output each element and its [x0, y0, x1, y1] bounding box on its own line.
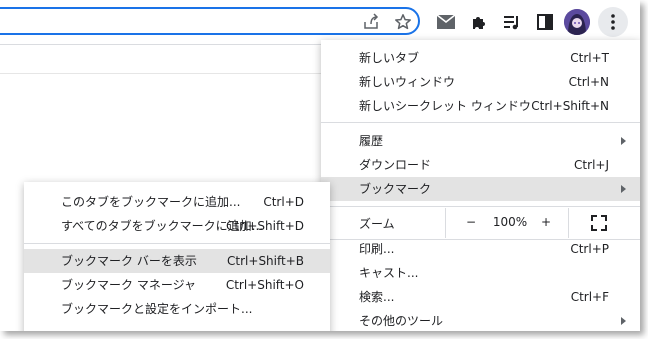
menu-item-new-tab[interactable]: 新しいタブ Ctrl+T	[321, 46, 640, 70]
chrome-main-menu: 新しいタブ Ctrl+T 新しいウィンドウ Ctrl+N 新しいシークレット ウ…	[321, 40, 640, 331]
star-icon[interactable]	[388, 7, 418, 37]
submenu-arrow-icon	[621, 185, 626, 193]
menu-item-find[interactable]: 検索... Ctrl+F	[321, 285, 640, 309]
menu-item-bookmark-all-tabs[interactable]: すべてのタブをブックマークに追加... Ctrl+Shift+D	[24, 214, 330, 238]
menu-item-shortcut: Ctrl+Shift+D	[226, 219, 304, 233]
submenu-arrow-icon	[621, 317, 626, 325]
menu-item-cast[interactable]: キャスト...	[321, 261, 640, 285]
menu-item-downloads[interactable]: ダウンロード Ctrl+J	[321, 153, 640, 177]
menu-separator	[321, 206, 640, 207]
menu-item-label: キャスト...	[359, 266, 419, 280]
menu-separator	[321, 122, 640, 123]
menu-item-bookmark-manager[interactable]: ブックマーク マネージャ Ctrl+Shift+O	[24, 273, 330, 297]
menu-item-label: ダウンロード	[359, 158, 432, 172]
menu-item-shortcut: Ctrl+J	[574, 158, 609, 172]
side-panel-icon[interactable]	[530, 7, 560, 37]
reading-list-icon[interactable]	[497, 7, 527, 37]
menu-item-label: ブックマーク マネージャ	[61, 278, 196, 292]
menu-item-label: 新しいシークレット ウィンドウ	[359, 99, 531, 113]
zoom-level: 100%	[492, 215, 528, 229]
menu-item-label: ブックマーク バーを表示	[61, 254, 197, 268]
menu-item-new-incognito-window[interactable]: 新しいシークレット ウィンドウ Ctrl+Shift+N	[321, 94, 640, 118]
menu-item-label: その他のツール	[359, 314, 444, 328]
menu-item-label: 新しいタブ	[359, 51, 420, 65]
extensions-icon[interactable]	[464, 7, 494, 37]
menu-item-shortcut: Ctrl+N	[568, 75, 609, 89]
browser-window: 新しいタブ Ctrl+T 新しいウィンドウ Ctrl+N 新しいシークレット ウ…	[0, 0, 640, 331]
zoom-out-button[interactable]: −	[466, 215, 476, 229]
menu-item-print[interactable]: 印刷... Ctrl+P	[321, 237, 640, 261]
page-divider	[0, 73, 330, 74]
kebab-menu-icon[interactable]	[598, 7, 628, 37]
menu-item-label: 印刷...	[359, 242, 395, 256]
bookmarks-submenu: このタブをブックマークに追加... Ctrl+D すべてのタブをブックマークに追…	[24, 182, 330, 331]
submenu-arrow-icon	[621, 137, 626, 145]
menu-item-label: 検索...	[359, 290, 395, 304]
menu-item-label: ブックマーク	[359, 182, 432, 196]
menu-item-shortcut: Ctrl+D	[263, 195, 304, 209]
menu-item-label: 新しいウィンドウ	[359, 75, 456, 89]
menu-item-label: このタブをブックマークに追加...	[61, 195, 241, 209]
menu-item-shortcut: Ctrl+P	[570, 242, 609, 256]
menu-item-shortcut: Ctrl+F	[570, 290, 609, 304]
zoom-label: ズーム	[359, 217, 395, 231]
menu-item-history[interactable]: 履歴	[321, 129, 640, 153]
zoom-control: ズーム − 100% +	[321, 208, 640, 238]
menu-item-shortcut: Ctrl+Shift+B	[227, 254, 304, 268]
menu-item-new-window[interactable]: 新しいウィンドウ Ctrl+N	[321, 70, 640, 94]
menu-item-bookmark-this-tab[interactable]: このタブをブックマークに追加... Ctrl+D	[24, 190, 330, 214]
fullscreen-icon[interactable]	[591, 215, 607, 231]
menu-item-import-bookmarks[interactable]: ブックマークと設定をインポート...	[24, 297, 330, 321]
menu-item-shortcut: Ctrl+Shift+N	[531, 99, 609, 113]
menu-separator	[24, 243, 330, 244]
menu-item-shortcut: Ctrl+T	[570, 51, 609, 65]
mail-icon[interactable]	[431, 7, 461, 37]
menu-item-more-tools[interactable]: その他のツール	[321, 309, 640, 331]
menu-item-label: ブックマークと設定をインポート...	[61, 302, 253, 316]
zoom-in-button[interactable]: +	[541, 215, 551, 229]
menu-item-label: 履歴	[359, 134, 384, 148]
toolbar	[0, 0, 640, 45]
share-icon[interactable]	[356, 7, 386, 37]
menu-item-shortcut: Ctrl+Shift+O	[225, 278, 304, 292]
menu-item-show-bookmarks-bar[interactable]: ブックマーク バーを表示 Ctrl+Shift+B	[24, 249, 330, 273]
menu-item-bookmarks[interactable]: ブックマーク	[321, 177, 640, 201]
avatar[interactable]	[564, 9, 590, 35]
